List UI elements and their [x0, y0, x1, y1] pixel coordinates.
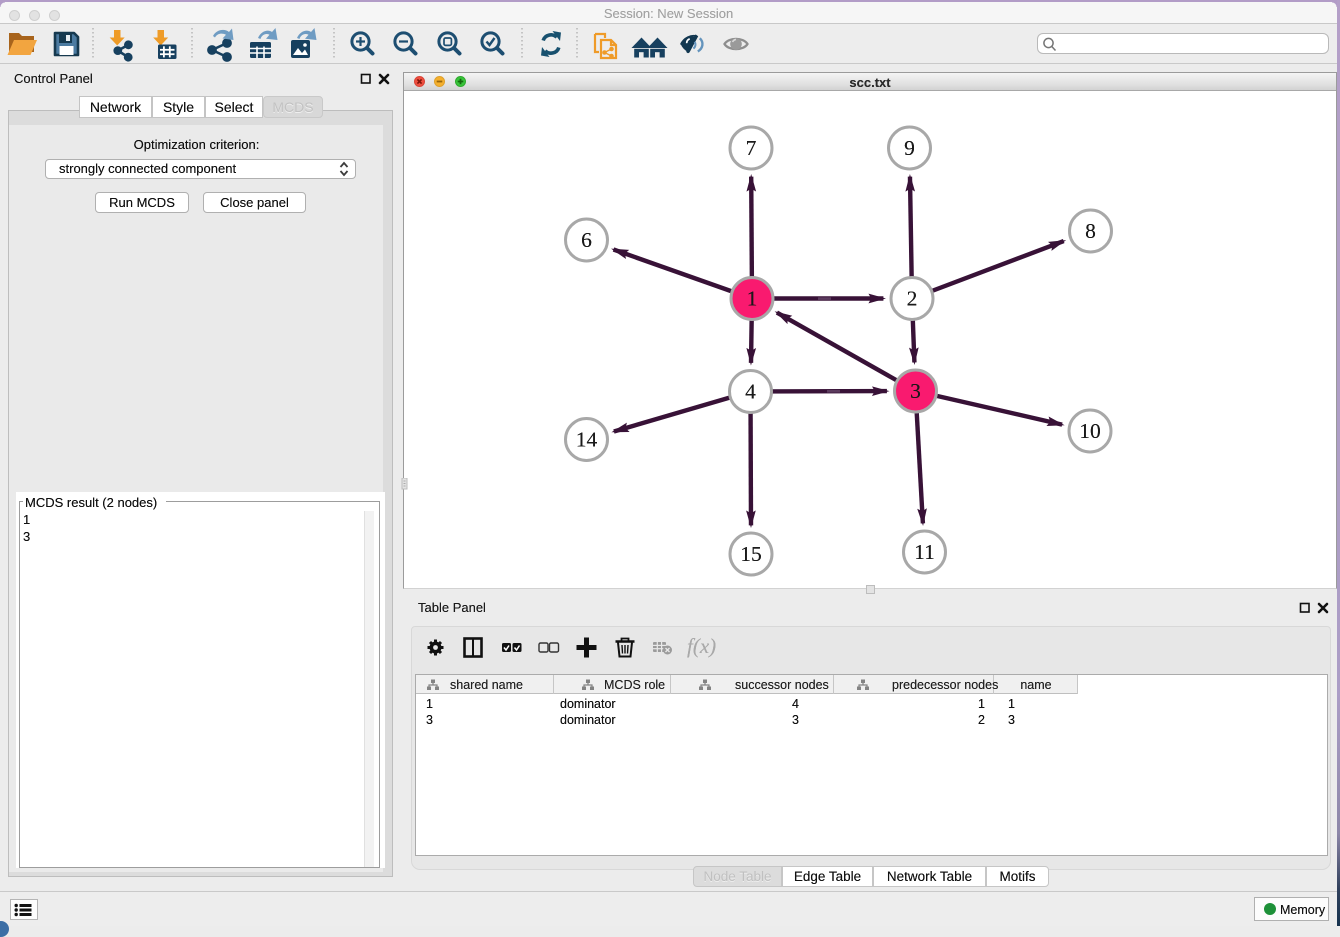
svg-text:8: 8 — [1085, 219, 1096, 243]
svg-text:10: 10 — [1079, 419, 1101, 443]
svg-text:11: 11 — [914, 540, 935, 564]
svg-text:15: 15 — [740, 542, 762, 566]
svg-text:2: 2 — [907, 287, 918, 311]
svg-text:14: 14 — [576, 428, 598, 452]
svg-text:4: 4 — [745, 380, 756, 404]
svg-text:7: 7 — [746, 136, 757, 160]
svg-text:1: 1 — [747, 287, 758, 311]
svg-text:3: 3 — [910, 379, 921, 403]
svg-text:9: 9 — [904, 136, 915, 160]
svg-text:6: 6 — [581, 228, 592, 252]
